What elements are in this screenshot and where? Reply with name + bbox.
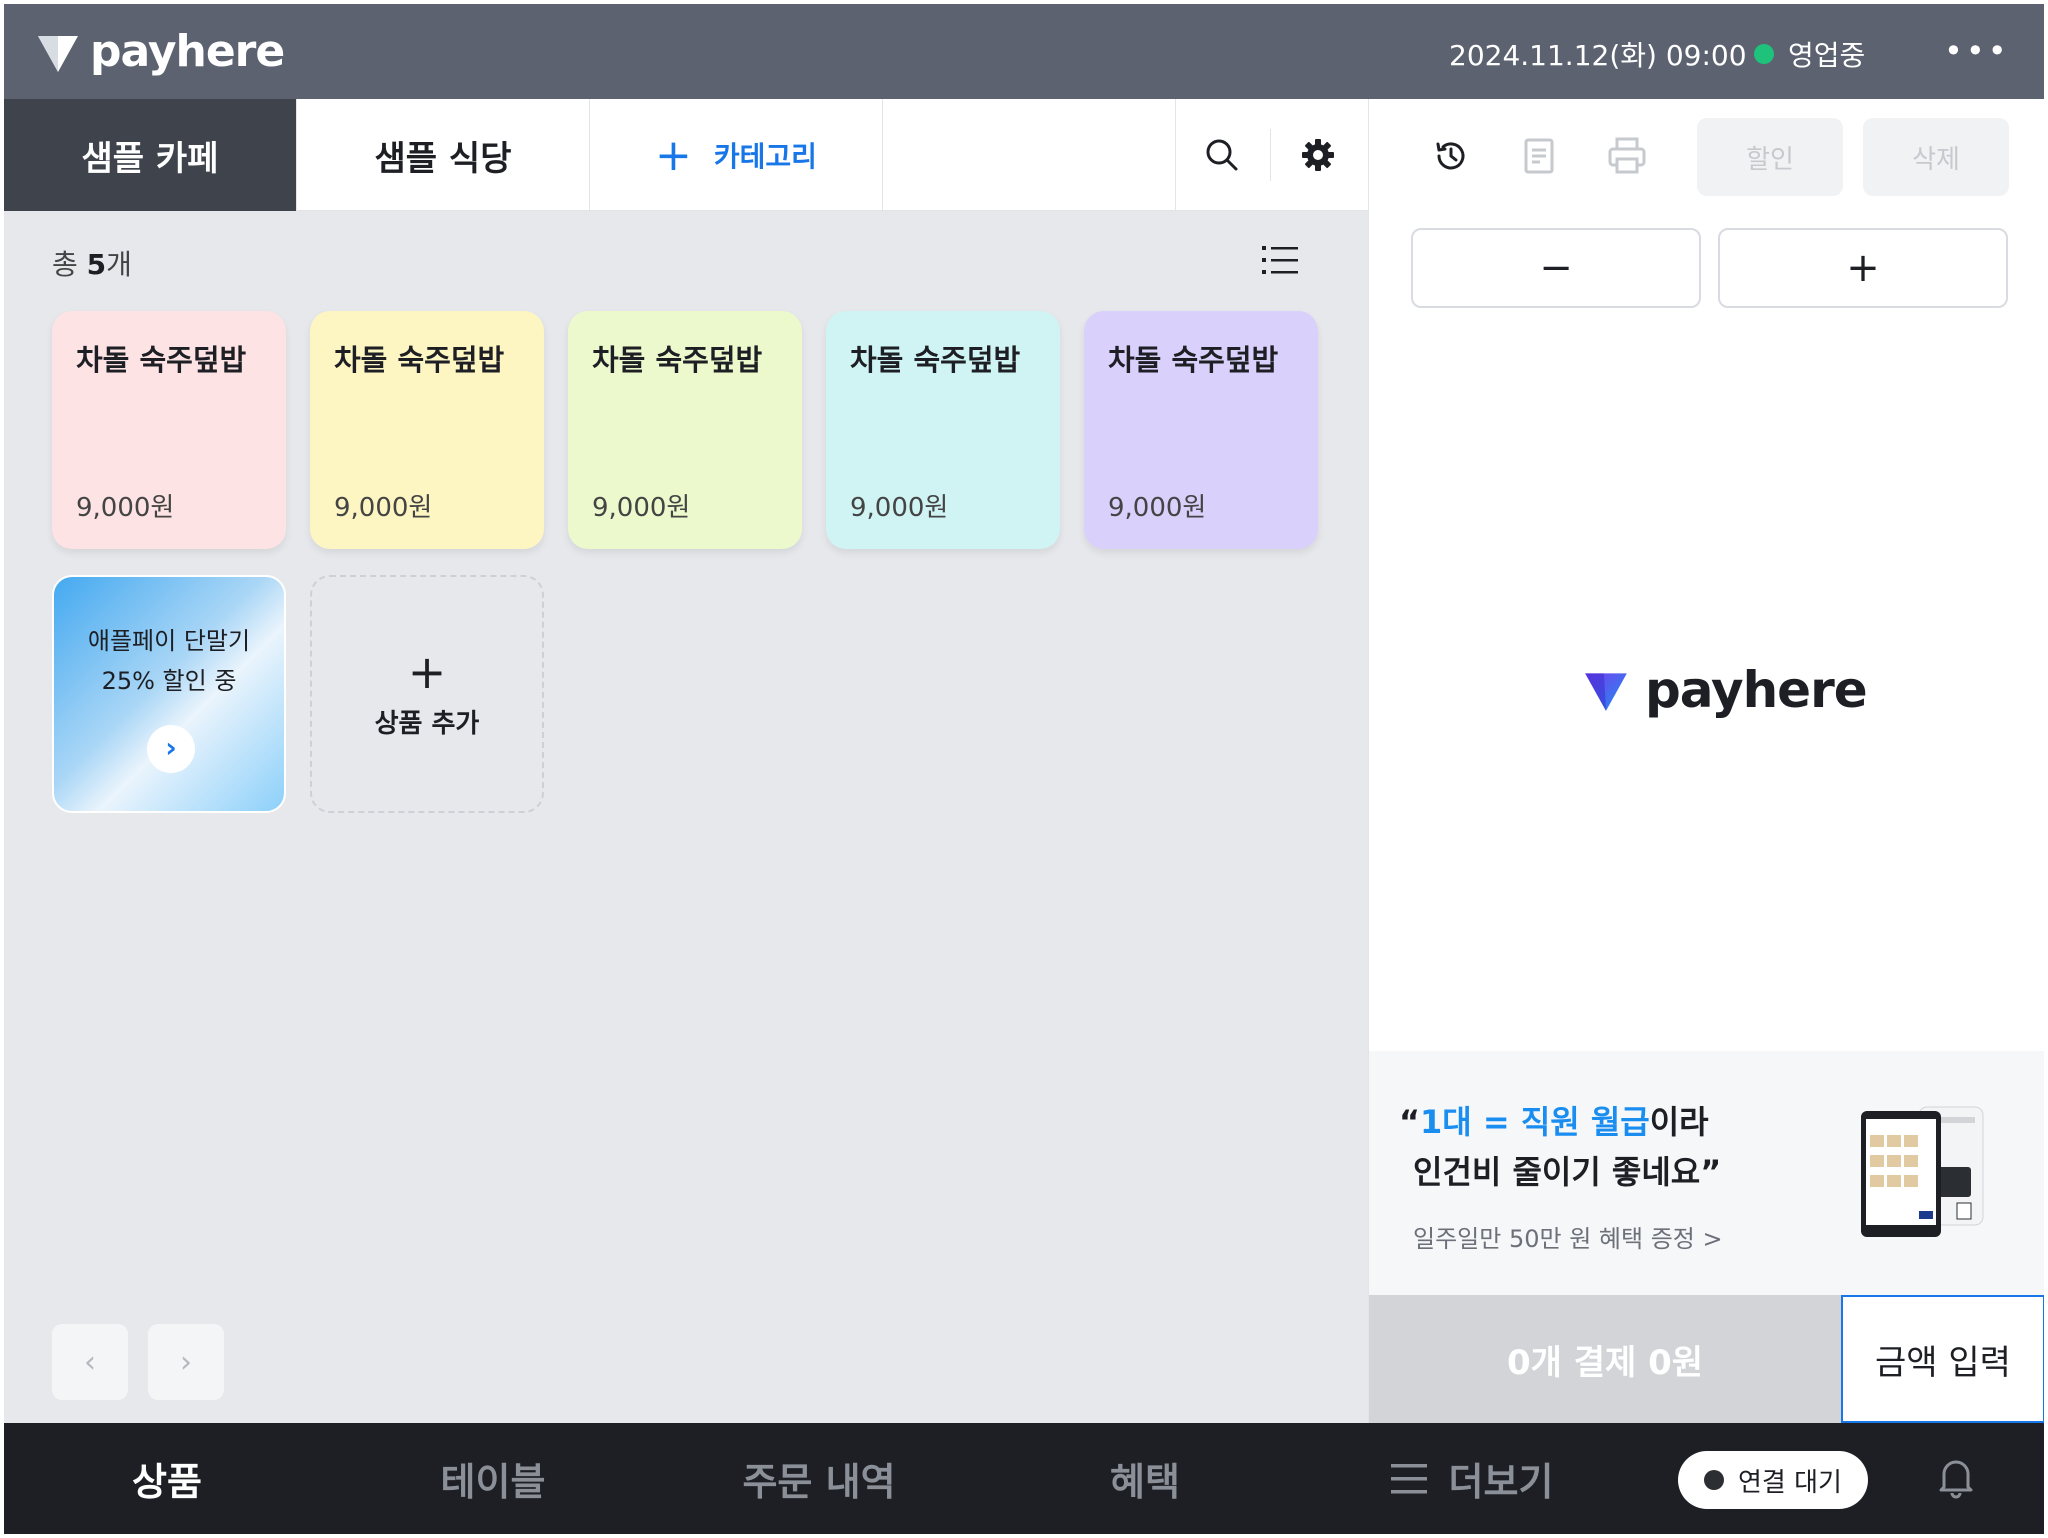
bell-icon[interactable] <box>1936 1455 1976 1503</box>
product-card[interactable]: 차돌 숙주덮밥 9,000원 <box>826 311 1060 549</box>
product-price: 9,000원 <box>850 493 949 523</box>
count-value: 5 <box>86 248 107 281</box>
count-prefix: 총 <box>52 248 87 281</box>
count-suffix: 개 <box>106 248 132 281</box>
order-panel: 할인 삭제 − + payhere “1대 = 직원 월급이라 인건비 줄이기 … <box>1368 99 2044 1423</box>
amount-input-button[interactable]: 금액 입력 <box>1841 1295 2044 1423</box>
product-card[interactable]: 차돌 숙주덮밥 9,000원 <box>310 311 544 549</box>
promo-line-1: 애플페이 단말기 <box>87 627 251 655</box>
tab-sample-restaurant[interactable]: 샘플 식당 <box>297 99 590 211</box>
product-count: 총 5개 <box>52 243 132 283</box>
category-tabs: 샘플 카페 샘플 식당 + 카테고리 <box>4 99 1368 211</box>
plus-icon: + <box>655 129 692 181</box>
receipt-icon[interactable] <box>1517 134 1561 178</box>
increase-quantity-button[interactable]: + <box>1718 228 2008 308</box>
decrease-quantity-button[interactable]: − <box>1411 228 1701 308</box>
nav-more-label: 더보기 <box>1448 1460 1554 1504</box>
payhere-logo-icon <box>1585 673 1627 711</box>
product-area: 총 5개 차돌 숙주덮밥 9,000원 차돌 숙주덮밥 9,000원 차돌 숙주… <box>4 211 1368 1423</box>
ad-highlight: 1대 = 직원 월급 <box>1420 1103 1650 1141</box>
ad-headline-2: 인건비 줄이기 좋네요” <box>1413 1153 1722 1191</box>
product-name: 차돌 숙주덮밥 <box>850 343 1021 377</box>
prev-page-button[interactable]: ‹ <box>52 1324 128 1400</box>
pay-summary-button[interactable]: 0개 결제 0원 <box>1369 1295 1841 1423</box>
center-brand-name: payhere <box>1645 661 1868 719</box>
list-view-icon[interactable] <box>1262 243 1298 281</box>
pos-screen: payhere 2024.11.12(화) 09:00 영업중 ••• 샘플 카… <box>4 4 2044 1534</box>
bottom-nav: 상품 테이블 주문 내역 혜택 더보기 연결 대기 <box>4 1423 2044 1534</box>
promo-line-2: 25% 할인 중 <box>101 667 237 695</box>
current-datetime: 2024.11.12(화) 09:00 <box>1449 39 1747 72</box>
plus-icon: + <box>407 644 447 699</box>
store-status-label: 영업중 <box>1788 39 1866 72</box>
connection-dot-icon <box>1704 1470 1725 1490</box>
divider <box>1270 129 1271 181</box>
printer-icon[interactable] <box>1605 134 1649 178</box>
connection-label: 연결 대기 <box>1738 1467 1842 1498</box>
menu-icon <box>1390 1463 1427 1493</box>
status-dot-icon <box>1754 44 1774 64</box>
delete-button[interactable]: 삭제 <box>1863 118 2009 196</box>
ad-headline-rest: 이라 <box>1649 1103 1709 1141</box>
connection-status[interactable]: 연결 대기 <box>1678 1451 1868 1509</box>
nav-more[interactable]: 더보기 <box>1308 1423 1634 1534</box>
product-price: 9,000원 <box>1108 493 1207 523</box>
history-icon[interactable] <box>1429 134 1473 178</box>
product-name: 차돌 숙주덮밥 <box>592 343 763 377</box>
tablet-device-icon <box>1861 1106 1984 1237</box>
product-card[interactable]: 차돌 숙주덮밥 9,000원 <box>52 311 286 549</box>
payhere-logo-icon <box>38 35 78 72</box>
top-bar: payhere 2024.11.12(화) 09:00 영업중 ••• <box>4 4 2044 99</box>
nav-benefits[interactable]: 혜택 <box>982 1423 1308 1534</box>
product-price: 9,000원 <box>76 493 175 523</box>
add-product-label: 상품 추가 <box>374 708 480 739</box>
next-page-button[interactable]: › <box>148 1324 224 1400</box>
ad-headline-1: “1대 = 직원 월급이라 <box>1399 1097 1709 1143</box>
nav-order-history[interactable]: 주문 내역 <box>656 1423 982 1534</box>
nav-products[interactable]: 상품 <box>4 1423 330 1534</box>
product-name: 차돌 숙주덮밥 <box>1108 343 1279 377</box>
brand-name: payhere <box>90 26 285 77</box>
empty-tab-slot <box>883 99 1176 211</box>
add-product-button[interactable]: + 상품 추가 <box>310 575 544 813</box>
product-price: 9,000원 <box>592 493 691 523</box>
product-card[interactable]: 차돌 숙주덮밥 9,000원 <box>1084 311 1318 549</box>
add-category-button[interactable]: + 카테고리 <box>590 99 883 211</box>
ad-banner[interactable]: “1대 = 직원 월급이라 인건비 줄이기 좋네요” 일주일만 50만 원 혜택… <box>1369 1051 2044 1295</box>
promo-card[interactable]: 애플페이 단말기 25% 할인 중 › <box>52 575 286 813</box>
chevron-right-icon[interactable]: › <box>147 725 195 773</box>
product-name: 차돌 숙주덮밥 <box>334 343 505 377</box>
product-card[interactable]: 차돌 숙주덮밥 9,000원 <box>568 311 802 549</box>
tab-sample-cafe[interactable]: 샘플 카페 <box>4 99 297 211</box>
add-category-label: 카테고리 <box>713 140 817 173</box>
ad-open-quote: “ <box>1399 1103 1421 1141</box>
discount-button[interactable]: 할인 <box>1697 118 1843 196</box>
gear-icon[interactable] <box>1292 129 1344 181</box>
brand-logo: payhere <box>34 26 285 77</box>
ad-cta-link[interactable]: 일주일만 50만 원 혜택 증정 > <box>1413 1219 1723 1254</box>
promo-text: 애플페이 단말기 25% 할인 중 <box>54 621 284 701</box>
center-brand-logo: payhere <box>1581 661 1868 719</box>
nav-tables[interactable]: 테이블 <box>330 1423 656 1534</box>
product-name: 차돌 숙주덮밥 <box>76 343 247 377</box>
product-price: 9,000원 <box>334 493 433 523</box>
more-icon[interactable]: ••• <box>1944 32 2010 70</box>
search-icon[interactable] <box>1196 129 1248 181</box>
store-status[interactable]: 영업중 <box>1754 34 1865 74</box>
